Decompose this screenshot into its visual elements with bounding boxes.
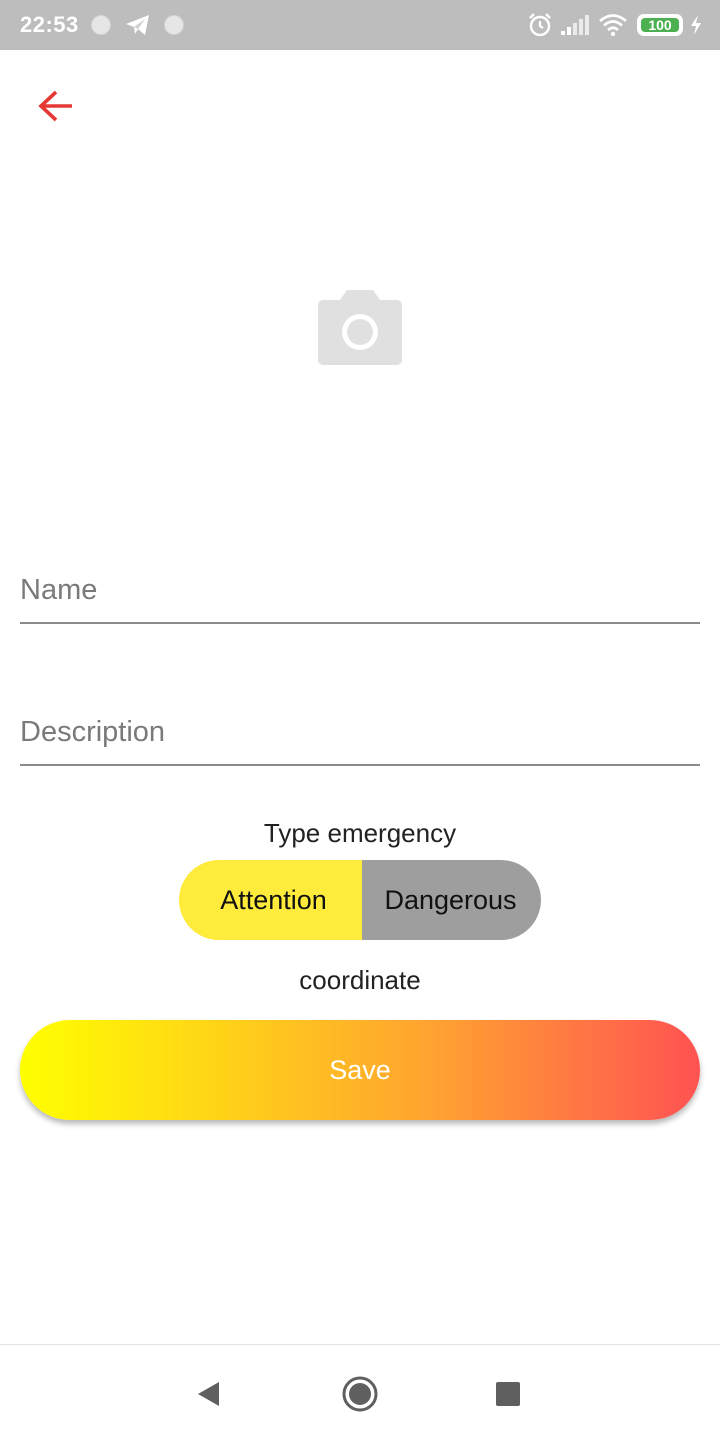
status-bar: 22:53 100 — [0, 0, 720, 50]
emergency-type-toggle[interactable]: Attention Dangerous — [179, 860, 541, 940]
charging-icon — [689, 14, 703, 41]
nav-home-button[interactable] — [335, 1369, 385, 1419]
name-input[interactable] — [20, 568, 700, 612]
notification-dot-icon — [164, 15, 184, 35]
battery-level: 100 — [641, 18, 679, 32]
home-circle-icon — [342, 1376, 378, 1412]
back-triangle-icon — [198, 1382, 219, 1406]
save-button[interactable]: Save — [20, 1020, 700, 1120]
description-field[interactable] — [20, 696, 700, 766]
coordinate-label: coordinate — [299, 965, 421, 995]
back-button[interactable] — [26, 76, 86, 136]
type-emergency-label: Type emergency — [263, 818, 457, 848]
alarm-icon — [527, 12, 553, 43]
wifi-icon — [598, 13, 628, 42]
battery-icon: 100 — [637, 14, 683, 36]
camera-icon — [318, 290, 402, 365]
attention-option[interactable]: Attention — [179, 860, 362, 940]
photo-picker[interactable] — [310, 282, 410, 374]
description-input[interactable] — [20, 710, 700, 754]
status-time: 22:53 — [20, 12, 79, 37]
arrow-left-icon — [38, 90, 72, 122]
notification-dot-icon — [91, 15, 111, 35]
nav-recents-button[interactable] — [483, 1369, 533, 1419]
navigation-bar — [0, 1344, 720, 1440]
recents-square-icon — [496, 1382, 520, 1406]
signal-icon — [560, 14, 590, 41]
dangerous-option[interactable]: Dangerous — [362, 860, 541, 940]
name-field[interactable] — [20, 554, 700, 624]
telegram-icon — [125, 13, 151, 42]
nav-back-button[interactable] — [183, 1369, 233, 1419]
